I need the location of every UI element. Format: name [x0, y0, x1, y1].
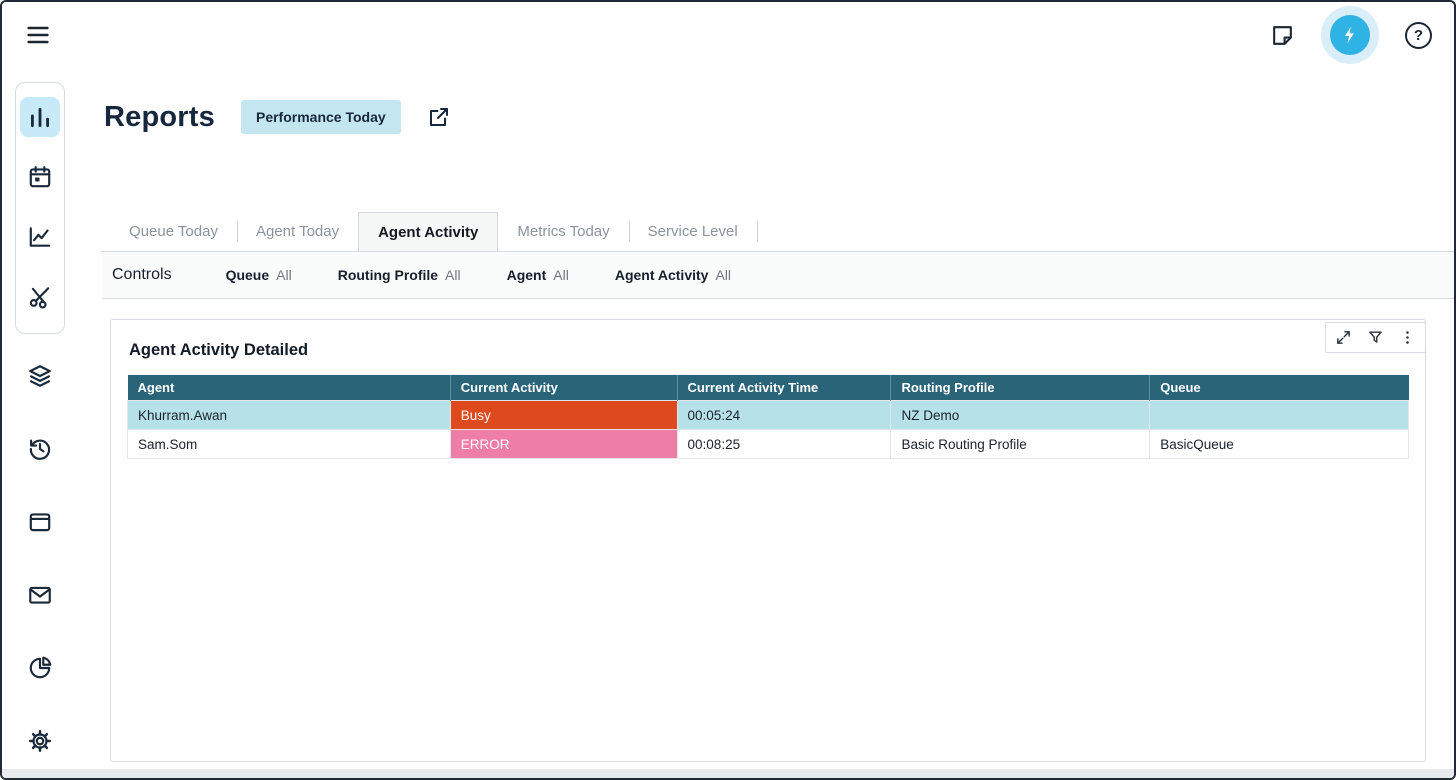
table-row[interactable]: Sam.Som ERROR 00:08:25 Basic Routing Pro…: [128, 430, 1409, 459]
topbar-actions: ?: [1270, 6, 1432, 64]
quick-actions-button[interactable]: [1330, 15, 1370, 55]
filter-agent-activity[interactable]: Agent ActivityAll: [615, 267, 731, 283]
sidebar-item-window[interactable]: [20, 502, 60, 542]
lightning-icon: [1340, 25, 1360, 45]
column-header-routing-profile[interactable]: Routing Profile: [891, 375, 1150, 401]
app-window: ?: [0, 0, 1456, 780]
sidebar-item-mail[interactable]: [20, 575, 60, 615]
tab-service-level[interactable]: Service Level: [629, 212, 757, 251]
panel-toolbar: [1325, 322, 1426, 353]
scissors-icon: [27, 284, 53, 310]
history-clock-icon: [27, 436, 53, 462]
tab-metrics-today[interactable]: Metrics Today: [498, 212, 628, 251]
cell-agent: Sam.Som: [128, 430, 451, 459]
envelope-icon: [27, 582, 53, 608]
agent-activity-table: Agent Current Activity Current Activity …: [127, 375, 1409, 459]
report-tabs: Queue Today Agent Today Agent Activity M…: [102, 212, 1454, 252]
browser-window-icon: [27, 509, 53, 535]
column-header-current-activity[interactable]: Current Activity: [450, 375, 677, 401]
sidebar-item-contact-tools[interactable]: [20, 277, 60, 317]
bar-chart-icon: [27, 104, 53, 130]
cell-current-activity-time: 00:08:25: [677, 430, 891, 459]
tab-queue-today[interactable]: Queue Today: [110, 212, 237, 251]
gear-icon: [27, 728, 53, 754]
horizontal-scrollbar-track[interactable]: [2, 769, 1454, 778]
controls-bar: Controls QueueAll Routing ProfileAll Age…: [102, 252, 1454, 299]
cell-agent: Khurram.Awan: [128, 401, 451, 430]
kebab-menu-icon: [1399, 329, 1416, 346]
line-chart-icon: [27, 224, 53, 250]
sidebar-item-history[interactable]: [20, 429, 60, 469]
open-external-button[interactable]: [427, 105, 451, 129]
report-name-badge: Performance Today: [241, 100, 401, 134]
expand-icon: [1335, 329, 1352, 346]
panel-title: Agent Activity Detailed: [129, 341, 1409, 360]
column-header-current-activity-time[interactable]: Current Activity Time: [677, 375, 891, 401]
filter-button[interactable]: [1367, 329, 1384, 346]
quick-actions-highlight-ring: [1321, 6, 1379, 64]
sidebar-item-realtime-metrics[interactable]: [20, 97, 60, 137]
controls-label: Controls: [112, 266, 172, 284]
sidebar: [2, 68, 77, 778]
pie-chart-icon: [27, 655, 53, 681]
cell-current-activity: ERROR: [450, 430, 677, 459]
sidebar-secondary-items: [20, 356, 60, 761]
filter-routing-profile[interactable]: Routing ProfileAll: [338, 267, 461, 283]
sidebar-item-scheduled-reports[interactable]: [20, 157, 60, 197]
hamburger-icon: [24, 21, 52, 49]
filter-agent[interactable]: AgentAll: [507, 267, 569, 283]
topbar: ?: [2, 2, 1454, 68]
note-icon: [1270, 23, 1295, 48]
more-options-button[interactable]: [1399, 329, 1416, 346]
agent-activity-panel: Agent Activity Detailed Agent Current Ac…: [110, 319, 1426, 762]
tab-agent-today[interactable]: Agent Today: [237, 212, 358, 251]
cell-routing-profile: NZ Demo: [891, 401, 1150, 430]
funnel-icon: [1367, 329, 1384, 346]
sidebar-item-historical-metrics[interactable]: [20, 217, 60, 257]
column-header-agent[interactable]: Agent: [128, 375, 451, 401]
cell-current-activity: Busy: [450, 401, 677, 430]
sidebar-item-pie-reports[interactable]: [20, 648, 60, 688]
column-header-queue[interactable]: Queue: [1150, 375, 1409, 401]
feedback-note-button[interactable]: [1270, 23, 1295, 48]
external-link-icon: [427, 105, 451, 129]
sidebar-metrics-group: [15, 82, 65, 334]
sidebar-item-settings[interactable]: [20, 721, 60, 761]
hamburger-menu-button[interactable]: [24, 21, 52, 49]
calendar-icon: [27, 164, 53, 190]
report-header: Reports Performance Today: [102, 100, 1454, 134]
cell-queue: BasicQueue: [1150, 430, 1409, 459]
cell-routing-profile: Basic Routing Profile: [891, 430, 1150, 459]
sidebar-item-layers[interactable]: [20, 356, 60, 396]
table-header-row: Agent Current Activity Current Activity …: [128, 375, 1409, 401]
main-content: Reports Performance Today Queue Today Ag…: [77, 68, 1454, 778]
page-title: Reports: [104, 101, 215, 134]
table-row[interactable]: Khurram.Awan Busy 00:05:24 NZ Demo: [128, 401, 1409, 430]
tab-agent-activity[interactable]: Agent Activity: [358, 212, 498, 251]
help-button[interactable]: ?: [1405, 22, 1432, 49]
layers-icon: [27, 363, 53, 389]
question-mark-icon: ?: [1414, 27, 1423, 44]
expand-button[interactable]: [1335, 329, 1352, 346]
filter-queue[interactable]: QueueAll: [226, 267, 292, 283]
cell-current-activity-time: 00:05:24: [677, 401, 891, 430]
cell-queue: [1150, 401, 1409, 430]
